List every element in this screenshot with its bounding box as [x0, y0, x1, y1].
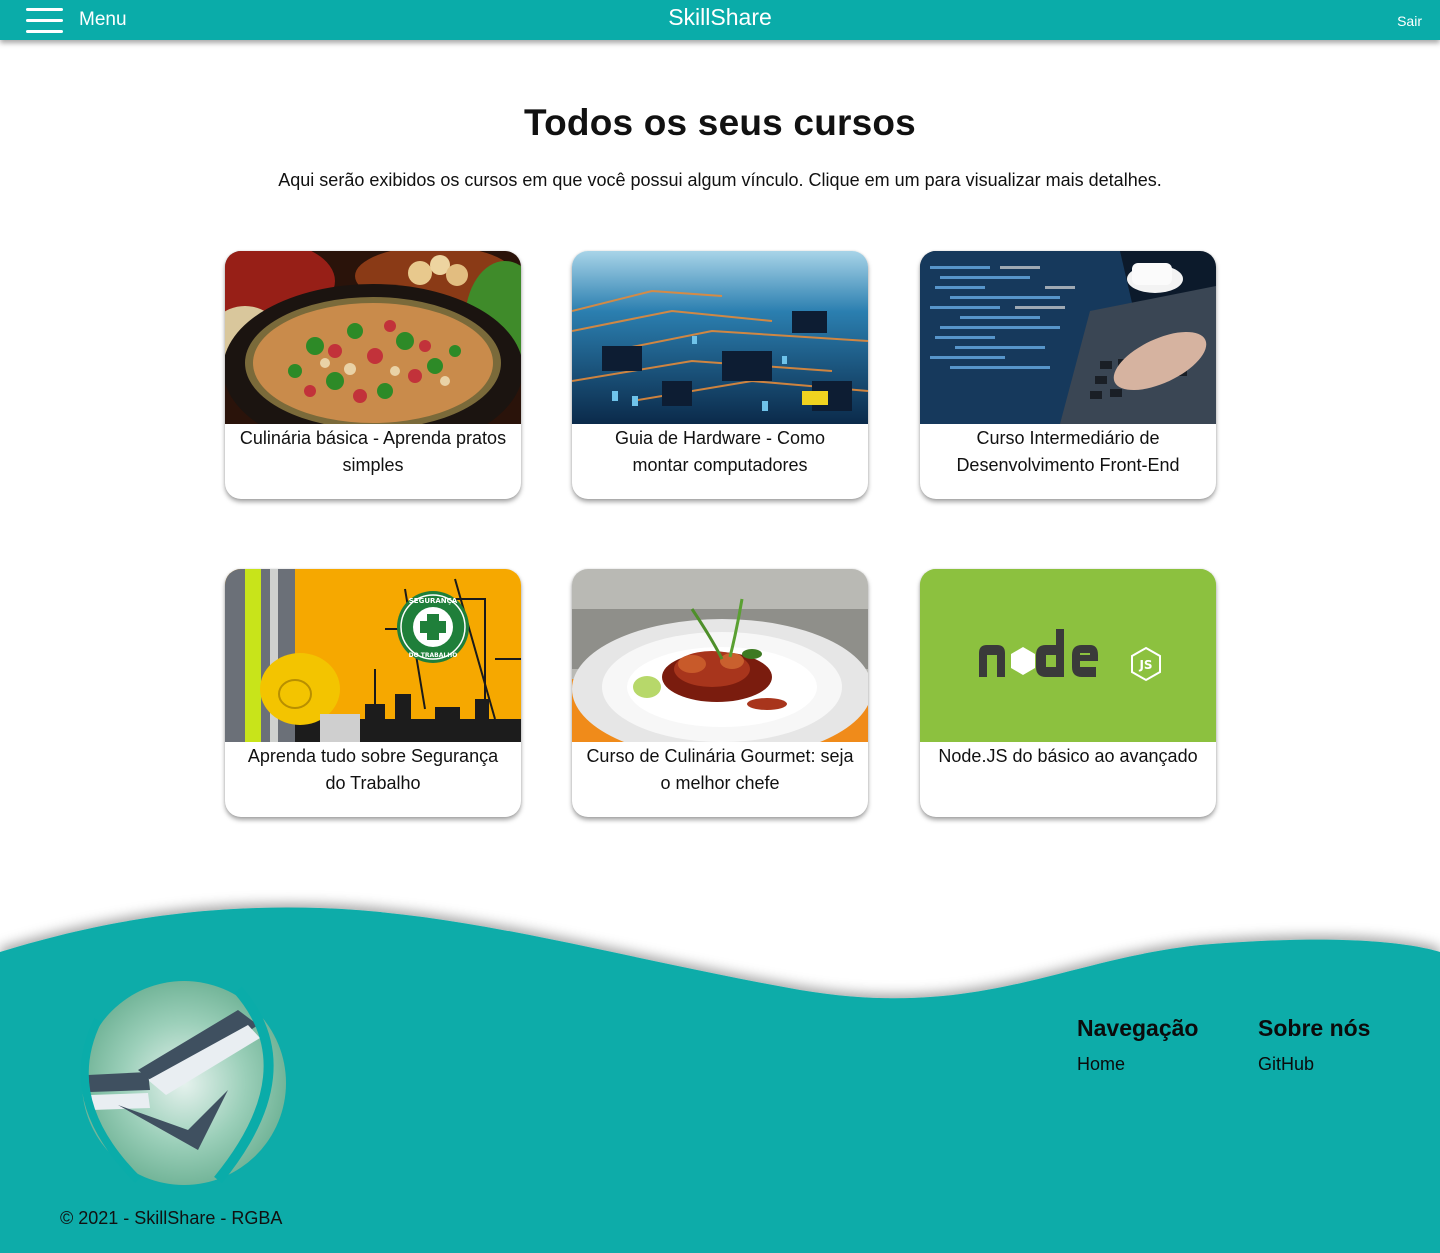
- course-title: Curso de Culinária Gourmet: seja o melho…: [586, 746, 854, 793]
- course-image-laptop: [920, 251, 1216, 424]
- footer-link-home[interactable]: Home: [1077, 1054, 1198, 1075]
- course-image-food: [225, 251, 521, 424]
- course-card-culinaria-gourmet[interactable]: Curso de Culinária Gourmet: seja o melho…: [572, 569, 868, 817]
- footer-nav-heading: Navegação: [1077, 1015, 1199, 1041]
- course-title: Culinária básica - Aprenda pratos simple…: [239, 428, 507, 475]
- course-card-hardware[interactable]: Guia de Hardware - Como montar computado…: [572, 251, 868, 499]
- page-subtitle: Aqui serão exibidos os cursos em que voc…: [278, 170, 1162, 190]
- logout-link[interactable]: Sair: [1397, 13, 1422, 29]
- course-title: Curso Intermediário de Desenvolvimento F…: [956, 428, 1180, 475]
- page-title: Todos os seus cursos: [524, 102, 916, 143]
- course-title: Aprenda tudo sobre Segurança do Trabalho: [247, 746, 499, 793]
- nodejs-badge-text: JS: [1138, 658, 1152, 672]
- skillshare-logo: [80, 981, 286, 1185]
- safety-seal-text-top: SEGURANÇA: [409, 597, 458, 605]
- course-card-nodejs[interactable]: JS Node.JS do básico ao avançado: [920, 569, 1216, 817]
- course-card-front-end[interactable]: Curso Intermediário de Desenvolvimento F…: [920, 251, 1216, 499]
- menu-label: Menu: [79, 9, 127, 30]
- footer-link-github[interactable]: GitHub: [1258, 1054, 1370, 1075]
- course-title: Node.JS do básico ao avançado: [938, 746, 1198, 766]
- footer-nav-column: Navegação Home: [1077, 1015, 1198, 1075]
- course-card-seguranca[interactable]: SEGURANÇA DO TRABALHO Aprenda tudo sobre…: [225, 569, 521, 817]
- copyright-text: © 2021 - SkillShare - RGBA: [60, 1208, 283, 1228]
- brand-title: SkillShare: [668, 4, 772, 30]
- footer: © 2021 - SkillShare - RGBA Navegação Hom…: [0, 880, 1440, 1253]
- menu-button[interactable]: Menu: [26, 6, 127, 34]
- course-image-circuit-board: [572, 251, 868, 424]
- footer-about-heading: Sobre nós: [1258, 1015, 1371, 1041]
- top-navbar: Menu SkillShare Sair: [0, 0, 1440, 40]
- safety-seal-text-bottom: DO TRABALHO: [409, 652, 458, 659]
- course-title: Guia de Hardware - Como montar computado…: [614, 428, 826, 475]
- course-image-gourmet-plate: [572, 569, 868, 742]
- footer-about-column: Sobre nós GitHub: [1258, 1015, 1370, 1075]
- course-image-safety: SEGURANÇA DO TRABALHO: [225, 569, 521, 742]
- hamburger-icon[interactable]: [26, 7, 63, 34]
- course-card-culinaria-basica[interactable]: Culinária básica - Aprenda pratos simple…: [225, 251, 521, 499]
- course-image-nodejs: JS: [920, 569, 1216, 742]
